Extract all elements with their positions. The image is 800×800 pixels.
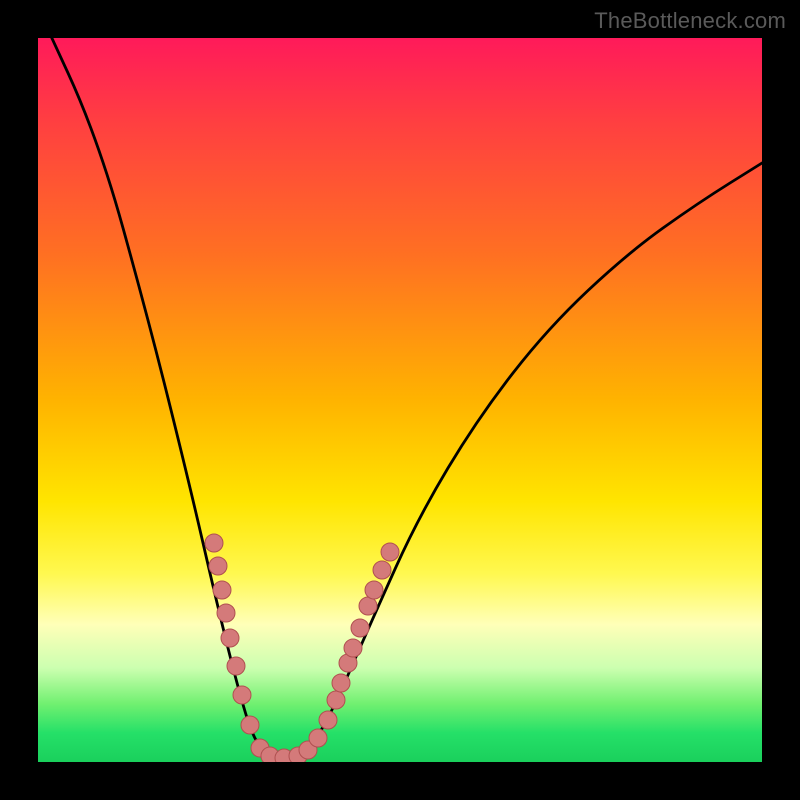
marker-group	[205, 534, 399, 762]
data-marker	[227, 657, 245, 675]
data-marker	[344, 639, 362, 657]
data-marker	[221, 629, 239, 647]
data-marker	[309, 729, 327, 747]
data-marker	[332, 674, 350, 692]
chart-container: TheBottleneck.com	[0, 0, 800, 800]
bottleneck-curve-svg	[38, 38, 762, 762]
data-marker	[365, 581, 383, 599]
data-marker	[319, 711, 337, 729]
watermark-text: TheBottleneck.com	[594, 8, 786, 34]
data-marker	[327, 691, 345, 709]
data-marker	[205, 534, 223, 552]
data-marker	[217, 604, 235, 622]
plot-area	[38, 38, 762, 762]
data-marker	[381, 543, 399, 561]
data-marker	[233, 686, 251, 704]
data-marker	[373, 561, 391, 579]
data-marker	[241, 716, 259, 734]
bottleneck-curve	[38, 38, 762, 757]
data-marker	[359, 597, 377, 615]
data-marker	[351, 619, 369, 637]
data-marker	[209, 557, 227, 575]
data-marker	[213, 581, 231, 599]
